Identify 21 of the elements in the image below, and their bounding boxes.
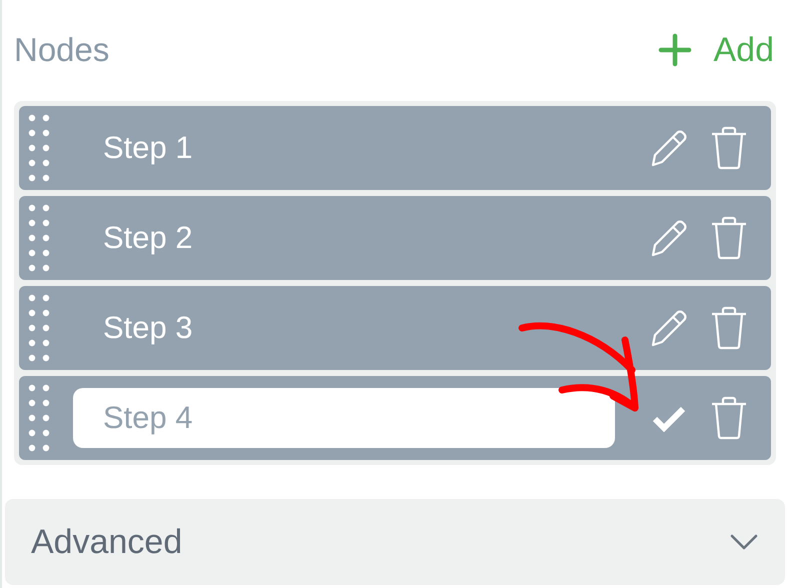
drag-handle-icon[interactable] xyxy=(27,113,51,183)
node-row[interactable]: Step 4 xyxy=(19,376,771,460)
advanced-section-header[interactable]: Advanced xyxy=(5,499,785,585)
node-name-field[interactable]: Step 4 xyxy=(73,388,615,448)
drag-handle-icon[interactable] xyxy=(27,383,51,453)
trash-icon[interactable] xyxy=(709,396,749,440)
node-label: Step 3 xyxy=(103,310,194,346)
trash-icon[interactable] xyxy=(709,306,749,350)
node-label: Step 2 xyxy=(103,220,194,256)
node-row[interactable]: Step 1 xyxy=(19,106,771,190)
plus-icon xyxy=(658,33,692,67)
node-row[interactable]: Step 3 xyxy=(19,286,771,370)
add-button[interactable]: Add xyxy=(658,30,774,70)
chevron-icon xyxy=(729,533,759,551)
trash-icon[interactable] xyxy=(709,126,749,170)
node-label: Step 1 xyxy=(103,130,194,166)
node-row[interactable]: Step 2 xyxy=(19,196,771,280)
section-title: Nodes xyxy=(14,31,110,69)
drag-handle-icon[interactable] xyxy=(27,293,51,363)
trash-icon[interactable] xyxy=(709,216,749,260)
drag-handle-icon[interactable] xyxy=(27,203,51,273)
